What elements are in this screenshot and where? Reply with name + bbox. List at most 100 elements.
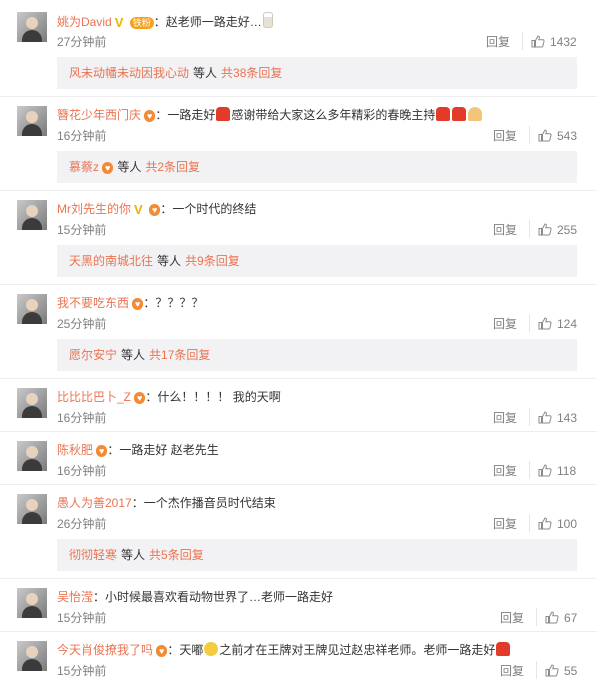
more-replies-link[interactable]: 共17条回复 bbox=[149, 348, 210, 362]
reply-button[interactable]: 回复 bbox=[500, 610, 524, 626]
reply-button[interactable]: 回复 bbox=[493, 128, 517, 144]
avatar-face bbox=[26, 299, 38, 311]
action-separator bbox=[536, 608, 537, 626]
thumbs-up-icon bbox=[538, 129, 552, 142]
action-separator bbox=[529, 220, 530, 238]
username-link[interactable]: 吴怡滢 bbox=[57, 590, 93, 604]
comment-text: ：天嘟 bbox=[167, 643, 204, 657]
avatar[interactable] bbox=[17, 441, 47, 471]
like-button[interactable]: 255 bbox=[538, 222, 577, 238]
avatar[interactable] bbox=[17, 588, 47, 618]
candle-emoji-icon bbox=[262, 12, 273, 28]
action-separator bbox=[522, 32, 523, 50]
reply-user-link[interactable]: 天黑的南城北往 bbox=[69, 254, 153, 268]
reply-button[interactable]: 回复 bbox=[486, 34, 510, 50]
member-heart-icon: ♥ bbox=[96, 445, 108, 457]
avatar-body bbox=[22, 312, 42, 324]
comment-line: 陈秋肥 ♥ ：一路走好 赵老先生 bbox=[57, 441, 219, 459]
others-label: 等人 bbox=[121, 348, 146, 362]
reply-button[interactable]: 回复 bbox=[493, 516, 517, 532]
avatar-face bbox=[26, 499, 38, 511]
red-lantern-emoji-icon bbox=[496, 642, 511, 656]
member-heart-icon: ♥ bbox=[144, 110, 156, 122]
more-replies-link[interactable]: 共38条回复 bbox=[221, 66, 282, 80]
like-button[interactable]: 124 bbox=[538, 316, 577, 332]
like-button[interactable]: 143 bbox=[538, 410, 577, 426]
avatar-face bbox=[26, 393, 38, 405]
like-button[interactable]: 100 bbox=[538, 516, 577, 532]
red-lantern-emoji-icon bbox=[216, 107, 231, 121]
comment-text: ：什么！！！！ 我的天啊 bbox=[145, 390, 281, 404]
comment-divider bbox=[0, 431, 597, 432]
action-separator bbox=[536, 661, 537, 679]
member-heart-icon: ♥ bbox=[156, 645, 168, 657]
username-link[interactable]: 愚人为善2017 bbox=[57, 496, 132, 510]
avatar-body bbox=[22, 30, 42, 42]
action-separator bbox=[529, 408, 530, 426]
avatar[interactable] bbox=[17, 294, 47, 324]
comment-line: 姚为David V 铁粉 ：赵老师一路走好… bbox=[57, 12, 274, 30]
avatar[interactable] bbox=[17, 641, 47, 671]
avatar[interactable] bbox=[17, 106, 47, 136]
like-button[interactable]: 1432 bbox=[531, 34, 577, 50]
comment-divider bbox=[0, 284, 597, 285]
comment-divider bbox=[0, 378, 597, 379]
reply-button[interactable]: 回复 bbox=[493, 463, 517, 479]
like-button[interactable]: 118 bbox=[538, 463, 576, 479]
thumbs-up-icon bbox=[531, 35, 545, 48]
avatar[interactable] bbox=[17, 200, 47, 230]
avatar-body bbox=[22, 659, 42, 671]
reply-button[interactable]: 回复 bbox=[493, 222, 517, 238]
reply-user-link[interactable]: 慕蔡z bbox=[69, 160, 99, 174]
like-button[interactable]: 67 bbox=[545, 610, 577, 626]
crying-emoji-icon bbox=[204, 642, 219, 656]
more-replies-link[interactable]: 共2条回复 bbox=[145, 160, 200, 174]
comment-text: ：一路走好 赵老先生 bbox=[107, 443, 219, 457]
reply-user-link[interactable]: 彻彻轻寒 bbox=[69, 548, 117, 562]
avatar-body bbox=[22, 606, 42, 618]
comment-time: 16分钟前 bbox=[57, 129, 107, 143]
thumbs-up-icon bbox=[545, 611, 559, 624]
reply-summary[interactable]: 风未动幡未动因我心动 等人 共38条回复 bbox=[57, 57, 577, 89]
like-button[interactable]: 543 bbox=[538, 128, 577, 144]
more-replies-link[interactable]: 共5条回复 bbox=[149, 548, 204, 562]
username-link[interactable]: 陈秋肥 bbox=[57, 443, 93, 457]
like-button[interactable]: 55 bbox=[545, 663, 577, 679]
avatar-face bbox=[26, 446, 38, 458]
reply-summary[interactable]: 天黑的南城北往 等人 共9条回复 bbox=[57, 245, 577, 277]
username-link[interactable]: 簪花少年西门庆 bbox=[57, 108, 141, 122]
others-label: 等人 bbox=[193, 66, 218, 80]
reply-user-link[interactable]: 愿尔安宁 bbox=[69, 348, 117, 362]
like-count: 255 bbox=[557, 223, 578, 237]
reply-summary[interactable]: 慕蔡z ♥ 等人 共2条回复 bbox=[57, 151, 577, 183]
like-count: 543 bbox=[557, 129, 578, 143]
avatar[interactable] bbox=[17, 388, 47, 418]
comment-text-cont: 感谢带给大家这么多年精彩的春晚主持 bbox=[231, 108, 436, 122]
username-link[interactable]: 比比比巴卜_Z bbox=[57, 390, 131, 404]
comment-time: 16分钟前 bbox=[57, 411, 107, 425]
username-link[interactable]: 姚为David bbox=[57, 15, 112, 29]
more-replies-link[interactable]: 共9条回复 bbox=[185, 254, 240, 268]
reply-button[interactable]: 回复 bbox=[493, 410, 517, 426]
reply-button[interactable]: 回复 bbox=[493, 316, 517, 332]
comment-time: 15分钟前 bbox=[57, 223, 107, 237]
comment-time: 15分钟前 bbox=[57, 664, 107, 678]
comment-line: 吴怡滢：小时候最喜欢看动物世界了…老师一路走好 bbox=[57, 588, 333, 606]
others-label: 等人 bbox=[157, 254, 182, 268]
comment-text: ：一路走好 bbox=[155, 108, 216, 122]
comment-time: 15分钟前 bbox=[57, 611, 107, 625]
avatar[interactable] bbox=[17, 494, 47, 524]
reply-summary[interactable]: 愿尔安宁 等人 共17条回复 bbox=[57, 339, 577, 371]
comment-text-cont: 之前才在王牌对王牌见过赵忠祥老师。老师一路走好 bbox=[219, 643, 496, 657]
member-heart-icon: ♥ bbox=[149, 204, 161, 216]
reply-summary[interactable]: 彻彻轻寒 等人 共5条回复 bbox=[57, 539, 577, 571]
avatar-body bbox=[22, 406, 42, 418]
comment-text: ：赵老师一路走好… bbox=[153, 15, 262, 29]
avatar-body bbox=[22, 218, 42, 230]
avatar[interactable] bbox=[17, 12, 47, 42]
username-link[interactable]: Mr刘先生的你 bbox=[57, 202, 131, 216]
reply-user-link[interactable]: 风未动幡未动因我心动 bbox=[69, 66, 189, 80]
reply-button[interactable]: 回复 bbox=[500, 663, 524, 679]
username-link[interactable]: 我不要吃东西 bbox=[57, 296, 129, 310]
username-link[interactable]: 今天肖俊撩我了吗 bbox=[57, 643, 153, 657]
